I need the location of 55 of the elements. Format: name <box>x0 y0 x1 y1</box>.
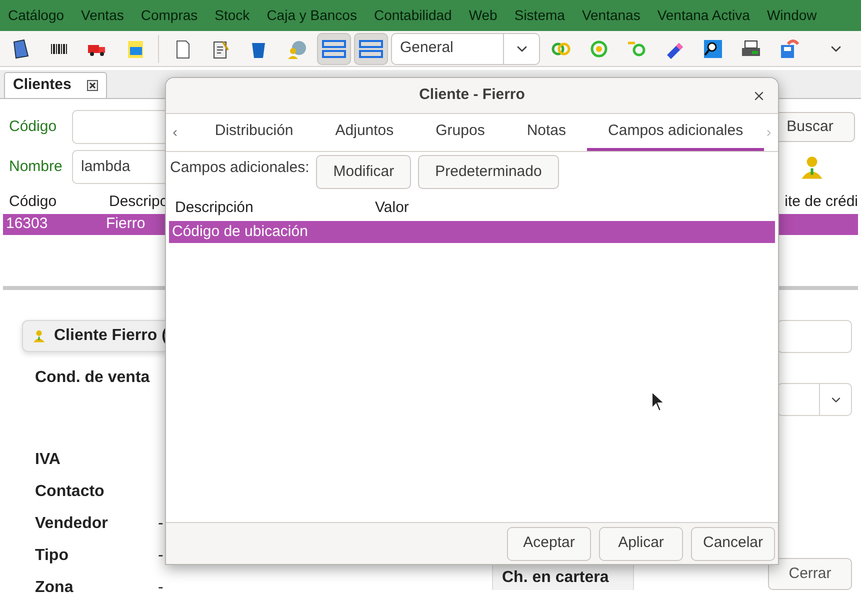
field-label: Código <box>9 116 58 137</box>
menu-item[interactable]: Ventana Activa <box>657 5 750 26</box>
main-tab[interactable]: Clientes <box>4 72 108 98</box>
dialog-title: Cliente - Fierro <box>419 85 525 106</box>
detail-label: IVA <box>35 450 62 470</box>
user-icon <box>799 154 825 180</box>
menu-item[interactable]: Ventas <box>81 5 124 26</box>
menu-item[interactable]: Compras <box>140 5 198 26</box>
detail-value: - <box>158 514 164 534</box>
footer-button[interactable]: Aplicar <box>599 526 683 560</box>
close-icon[interactable] <box>752 89 766 103</box>
dialog-tab[interactable]: Notas <box>506 114 588 151</box>
dialog-button[interactable]: Predeterminado <box>418 155 559 189</box>
detail-value: - <box>158 578 164 598</box>
dialog-tab[interactable]: Adjuntos <box>314 114 415 151</box>
column-header[interactable]: Valor <box>375 197 409 220</box>
dialog-tab[interactable]: Grupos <box>414 114 506 151</box>
menu-item[interactable]: Stock <box>214 5 250 26</box>
rows-icon <box>359 38 383 58</box>
column-header[interactable]: Código <box>3 191 103 214</box>
detail-label: Contacto <box>35 482 106 502</box>
menu-item[interactable]: Contabilidad <box>374 5 452 26</box>
menu-item[interactable]: Window <box>766 5 817 26</box>
profile-combobox[interactable]: General <box>391 32 540 64</box>
menu-item[interactable]: Sistema <box>514 5 565 26</box>
detail-label: Cond. de venta <box>35 368 151 388</box>
menu-item[interactable]: Catálogo <box>8 5 64 26</box>
column-header[interactable]: ite de crédi <box>784 191 858 214</box>
table-row[interactable]: Código de ubicación <box>169 221 775 243</box>
mouse-cursor-icon <box>651 391 665 413</box>
close-button[interactable]: Cerrar <box>768 558 852 590</box>
user-icon <box>32 329 46 343</box>
layout-toggle-button[interactable] <box>317 32 351 64</box>
column-header[interactable]: Descripción <box>175 197 375 220</box>
footer-button[interactable]: Aceptar <box>507 526 591 560</box>
table-cell-text: Fierro <box>105 214 146 234</box>
rows-icon <box>322 38 346 58</box>
magnifier-icon[interactable] <box>702 38 724 60</box>
menu-item[interactable]: Caja y Bancos <box>266 5 357 26</box>
menu-item[interactable]: Ventanas <box>582 5 640 26</box>
table-cell-text: 16303 <box>5 214 49 234</box>
floppy-icon[interactable] <box>778 38 800 60</box>
dialog-tab[interactable]: Distribución <box>194 114 314 151</box>
table-cell-text: Código de ubicación <box>172 222 309 242</box>
detail-value: - <box>158 546 164 566</box>
footer-button[interactable]: Cancelar <box>691 526 775 560</box>
detail-label: Vendedor <box>35 514 109 534</box>
layout-toggle-button[interactable] <box>354 32 388 64</box>
dialog-tab[interactable]: Campos adicionales <box>587 114 764 151</box>
detail-label: Zona <box>35 578 74 598</box>
close-icon[interactable] <box>87 80 98 91</box>
field-label: Nombre <box>9 156 64 177</box>
detail-label: Tipo <box>35 546 70 566</box>
dialog-button[interactable]: Modificar <box>316 155 412 189</box>
menu-item[interactable]: Web <box>468 5 498 26</box>
